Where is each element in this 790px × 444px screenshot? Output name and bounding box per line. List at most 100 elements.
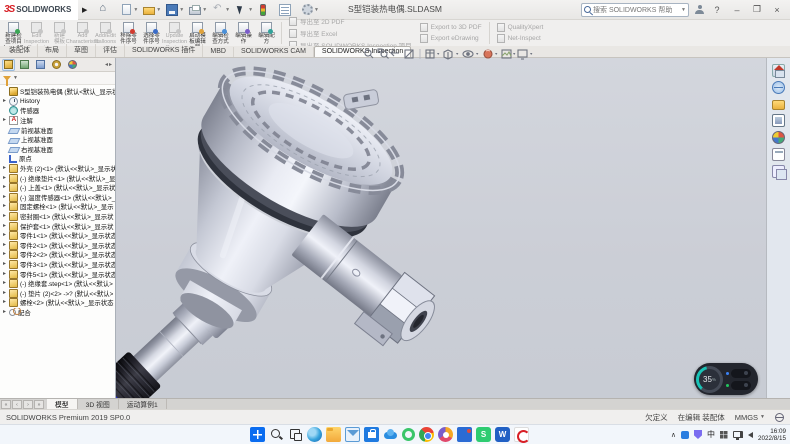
tree-item[interactable]: ▸ 固定螺栓<1> (默认<<默认>_显示: [1, 202, 115, 212]
tree-item[interactable]: ▸ 螺栓<2> (默认<<默认>_显示状态: [1, 298, 115, 308]
zoom-area-icon[interactable]: [378, 49, 389, 59]
apply-scene-icon[interactable]: [502, 50, 511, 58]
speaker-icon[interactable]: [748, 432, 753, 438]
tree-item[interactable]: ▸ 零件3<1> (默认<<默认>_显示状态: [1, 260, 115, 270]
taskbar-app-icon[interactable]: [288, 427, 303, 442]
tree-item[interactable]: ▸ 上视基准面: [1, 135, 115, 145]
dropdown-caret-icon[interactable]: ▼: [225, 7, 230, 13]
export-menu-item[interactable]: Net-Inspect: [497, 34, 544, 43]
export-menu-item[interactable]: 导出至 Excel: [289, 28, 412, 38]
search-caret-icon[interactable]: ▼: [681, 7, 686, 13]
taskbar-app-icon[interactable]: S: [476, 427, 491, 442]
taskbar-app-icon[interactable]: [345, 427, 360, 442]
ribbon-button[interactable]: Add/Edit Balloons: [94, 21, 117, 45]
task-pane-icon[interactable]: [772, 114, 785, 127]
close-button[interactable]: ×: [770, 5, 784, 15]
document-tab[interactable]: 3D 视图: [78, 399, 119, 409]
ribbon-button[interactable]: 选择零 件序号: [140, 21, 163, 45]
ribbon-button[interactable]: 移除零 件序号: [117, 21, 140, 45]
taskbar-app-icon[interactable]: [307, 427, 322, 442]
quick-access-button[interactable]: ▼: [234, 3, 254, 17]
ime-grid-icon[interactable]: [720, 431, 728, 439]
command-tab[interactable]: 草图: [67, 44, 96, 57]
task-pane-icon[interactable]: [772, 165, 785, 178]
ribbon-button[interactable]: 启动模 板编辑 器: [186, 21, 209, 45]
hide-show-items-icon[interactable]: [463, 51, 473, 57]
display-style-icon[interactable]: [444, 50, 452, 59]
units-selector[interactable]: MMGS ▼: [735, 413, 765, 422]
task-pane-icon[interactable]: [772, 81, 785, 94]
tab-property-manager[interactable]: [18, 59, 31, 71]
clock[interactable]: 16:09 2022/8/15: [758, 428, 786, 442]
taskbar-app-icon[interactable]: [250, 427, 265, 442]
ribbon-button[interactable]: Update Inspection Project: [163, 21, 186, 45]
input-language-indicator[interactable]: 中: [707, 429, 715, 440]
tree-item[interactable]: ▸ 零件2<2> (默认<<默认>_显示状态: [1, 250, 115, 260]
quick-access-button[interactable]: ▼: [142, 3, 162, 16]
quick-access-button[interactable]: ▼: [278, 3, 298, 17]
tree-item[interactable]: ▸ (-) 垫片 (2)<2> ->? (默认<<默认>: [1, 288, 115, 298]
tree-item[interactable]: ▸ S型铠装热电偶 (默认<默认_显示状态-1: [1, 87, 115, 97]
dropdown-caret-icon[interactable]: ▼: [248, 7, 253, 13]
taskbar-app-icon[interactable]: [326, 427, 341, 442]
tree-item[interactable]: ▸ (-) 上盖<1> (默认<<默认>_显示状: [1, 183, 115, 193]
filter-caret-icon[interactable]: ▼: [13, 75, 18, 81]
tree-item[interactable]: ▸ 传感器: [1, 106, 115, 116]
taskbar-app-icon[interactable]: [364, 427, 379, 442]
task-pane-icon[interactable]: [772, 131, 785, 144]
task-pane-icon[interactable]: [772, 64, 785, 77]
menu-flyout-arrow-icon[interactable]: ▶: [82, 6, 87, 14]
tree-item[interactable]: ▸ 右视基准面: [1, 145, 115, 155]
cable-gland[interactable]: [282, 211, 444, 359]
ribbon-button[interactable]: 编辑操 作: [232, 21, 255, 45]
tree-item[interactable]: ▸ History: [1, 97, 115, 107]
taskbar-app-icon[interactable]: [383, 427, 398, 442]
ribbon-button[interactable]: 编辑检 查方式: [209, 21, 232, 45]
globe-status-icon[interactable]: [775, 413, 784, 422]
command-tab[interactable]: MBD: [203, 47, 234, 57]
tree-item[interactable]: ▸ 配合: [1, 308, 115, 318]
taskbar-app-icon[interactable]: [269, 427, 284, 442]
restore-button[interactable]: ❐: [750, 4, 764, 15]
document-tab[interactable]: 运动算例1: [119, 399, 167, 409]
document-tab[interactable]: 模型: [47, 399, 78, 409]
tray-shield-icon[interactable]: [694, 430, 702, 439]
tree-item[interactable]: ▸ (-) 温度传感器<1> (默认<<默认>_: [1, 193, 115, 203]
tree-item[interactable]: ▸ 零件2<1> (默认<<默认>_显示状态: [1, 241, 115, 251]
tab-display-manager[interactable]: [66, 59, 79, 71]
tree-item[interactable]: ▸ (-) 绝缘垫片<1> (默认<<默认>_显: [1, 173, 115, 183]
tab-scroll-last-icon[interactable]: »: [34, 400, 44, 409]
taskbar-app-icon[interactable]: [419, 427, 434, 442]
tab-configuration-manager[interactable]: [34, 59, 47, 71]
tab-scroll-first-icon[interactable]: «: [1, 400, 11, 409]
tab-feature-tree[interactable]: [2, 59, 15, 71]
tree-item[interactable]: ▸ 原点: [1, 154, 115, 164]
quick-access-button[interactable]: ▼: [257, 3, 275, 17]
tree-item[interactable]: ▸ 注解: [1, 116, 115, 126]
tree-filter-row[interactable]: ▼: [0, 72, 115, 85]
dropdown-caret-icon[interactable]: ▼: [156, 7, 161, 13]
login-icon[interactable]: [695, 5, 704, 14]
tab-dimxpert[interactable]: [50, 59, 63, 71]
export-menu-item[interactable]: QualityXpert: [497, 23, 544, 32]
ribbon-button[interactable]: Add Characteristic: [71, 21, 94, 45]
tree-item[interactable]: ▸ 前视基准面: [1, 125, 115, 135]
quick-access-button[interactable]: ▼: [188, 4, 208, 16]
view-orientation-icon[interactable]: [426, 50, 434, 58]
previous-view-icon[interactable]: [391, 50, 399, 56]
taskbar-app-icon[interactable]: [457, 427, 472, 442]
ribbon-button[interactable]: 编辑配 方: [255, 21, 278, 45]
dropdown-caret-icon[interactable]: ▼: [202, 7, 207, 13]
command-tab[interactable]: SOLIDWORKS 插件: [125, 44, 203, 57]
quick-access-button[interactable]: ▼: [211, 3, 231, 17]
quick-access-button[interactable]: ▼: [301, 3, 320, 16]
command-tab[interactable]: 装配体: [2, 44, 38, 57]
tab-scroll-prev-icon[interactable]: ‹: [12, 400, 22, 409]
dropdown-caret-icon[interactable]: ▼: [314, 7, 319, 13]
task-pane-icon[interactable]: [772, 100, 785, 110]
taskbar-app-icon[interactable]: [438, 427, 453, 442]
dropdown-caret-icon[interactable]: ▼: [133, 7, 138, 13]
taskbar-app-icon[interactable]: [402, 428, 415, 441]
tree-item[interactable]: ▸ 外壳 (2)<1> (默认<<默认>_显示状: [1, 164, 115, 174]
export-menu-item[interactable]: 导出至 2D PDF: [289, 16, 412, 26]
